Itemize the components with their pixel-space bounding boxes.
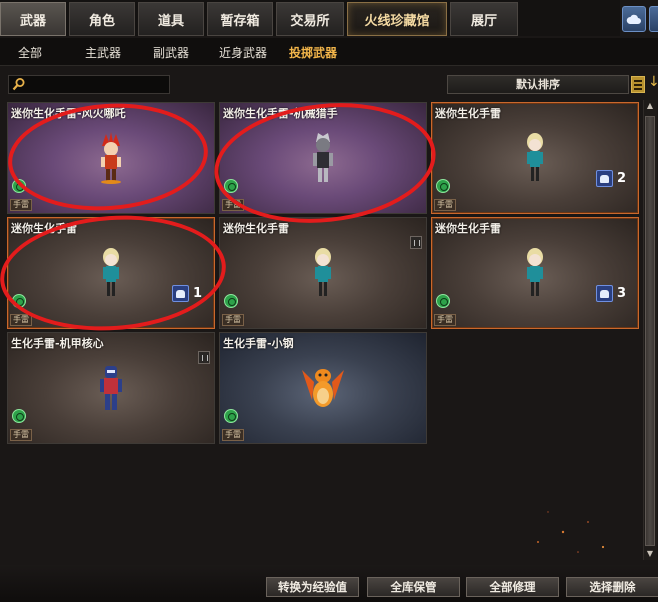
item-title: 迷你生化手雷 (11, 222, 77, 235)
doll-figure (315, 248, 331, 296)
tab-showroom[interactable]: 展厅 (450, 2, 518, 36)
item-type-tag: 手雷 (434, 314, 456, 326)
item-type-tag: 手雷 (222, 199, 244, 211)
item-title: 迷你生化手雷-机械猎手 (223, 107, 338, 120)
item-type-tag: 手雷 (222, 429, 244, 441)
search-icon (12, 78, 25, 91)
mech-figure (100, 366, 122, 410)
item-title: 迷你生化手雷-风火哪吒 (11, 107, 126, 120)
tab-exchange[interactable]: 交易所 (276, 2, 344, 36)
item-card[interactable]: 迷你生化手雷-风火哪吒 手雷 (7, 102, 215, 214)
doll-figure (527, 248, 543, 296)
search-input[interactable] (8, 75, 170, 94)
item-card[interactable]: 迷你生化手雷 手雷 2 (431, 102, 639, 214)
store-all-button[interactable]: 全库保管 (367, 577, 460, 597)
item-card[interactable]: 生化手雷-小钢 手雷 (219, 332, 427, 444)
item-card[interactable]: 迷你生化手雷 手雷 (219, 217, 427, 329)
grenade-icon (436, 294, 450, 308)
item-type-tag: 手雷 (10, 199, 32, 211)
scroll-up-icon[interactable]: ▲ (643, 100, 657, 112)
item-title: 迷你生化手雷 (435, 107, 501, 120)
sort-dropdown[interactable]: 默认排序 (447, 75, 629, 94)
repair-all-button[interactable]: 全部修理 (466, 577, 559, 597)
item-card[interactable]: 生化手雷-机甲核心 手雷 (7, 332, 215, 444)
item-card[interactable]: 迷你生化手雷 手雷 1 (7, 217, 215, 329)
subtab-throwing[interactable]: 投掷武器 (289, 44, 337, 61)
count-number: 3 (617, 285, 627, 301)
select-delete-button[interactable]: 选择删除 (566, 577, 658, 597)
subtab-primary[interactable]: 主武器 (85, 44, 121, 61)
grenade-icon (12, 294, 26, 308)
robot-figure (313, 133, 333, 182)
scroll-down-icon[interactable]: ▼ (643, 548, 657, 560)
item-type-tag: 手雷 (10, 314, 32, 326)
item-title: 迷你生化手雷 (223, 222, 289, 235)
tab-characters[interactable]: 角色 (69, 2, 135, 36)
item-title: 迷你生化手雷 (435, 222, 501, 235)
item-type-tag: 手雷 (434, 199, 456, 211)
subtab-all[interactable]: 全部 (18, 44, 42, 61)
doll-figure (103, 248, 119, 296)
item-card[interactable]: 迷你生化手雷-机械猎手 手雷 (219, 102, 427, 214)
main-tab-bar: 武器 角色 道具 暂存箱 交易所 火线珍藏馆 展厅 (0, 0, 620, 36)
grenade-icon (12, 409, 26, 423)
trash-icon[interactable] (198, 351, 210, 364)
grenade-icon (224, 409, 238, 423)
count-number: 1 (193, 285, 203, 301)
settings-button[interactable] (649, 6, 658, 32)
tab-storage[interactable]: 暂存箱 (207, 2, 273, 36)
tab-collection[interactable]: 火线珍藏馆 (347, 2, 447, 36)
item-card[interactable]: 迷你生化手雷 手雷 3 (431, 217, 639, 329)
stack-count: 1 (172, 282, 208, 304)
item-type-tag: 手雷 (10, 429, 32, 441)
bag-icon (596, 284, 613, 302)
stack-count: 3 (596, 282, 632, 304)
sub-tab-bar: 全部 主武器 副武器 近身武器 投掷武器 (0, 38, 658, 66)
grenade-icon (436, 179, 450, 193)
dragon-figure (302, 369, 344, 407)
stack-count: 2 (596, 167, 632, 189)
ember-decoration (537, 511, 605, 553)
subtab-secondary[interactable]: 副武器 (153, 44, 189, 61)
trash-icon[interactable] (410, 236, 422, 249)
bag-icon (172, 284, 189, 302)
item-title: 生化手雷-机甲核心 (11, 337, 104, 350)
sort-direction-icon[interactable]: ↓ (648, 74, 658, 90)
item-title: 生化手雷-小钢 (223, 337, 294, 350)
grenade-icon (224, 179, 238, 193)
subtab-melee[interactable]: 近身武器 (219, 44, 267, 61)
scrollbar-thumb[interactable] (645, 116, 655, 546)
grenade-icon (12, 179, 26, 193)
grenade-icon (224, 294, 238, 308)
tab-items[interactable]: 道具 (138, 2, 204, 36)
nezha-figure (101, 132, 121, 184)
cloud-button[interactable] (622, 6, 646, 32)
convert-to-exp-button[interactable]: 转换为经验值 (266, 577, 359, 597)
cloud-icon (626, 14, 641, 24)
doll-figure (527, 133, 543, 181)
item-type-tag: 手雷 (222, 314, 244, 326)
tab-weapons[interactable]: 武器 (0, 2, 66, 36)
list-view-button[interactable] (631, 76, 645, 93)
count-number: 2 (617, 170, 627, 186)
bag-icon (596, 169, 613, 187)
